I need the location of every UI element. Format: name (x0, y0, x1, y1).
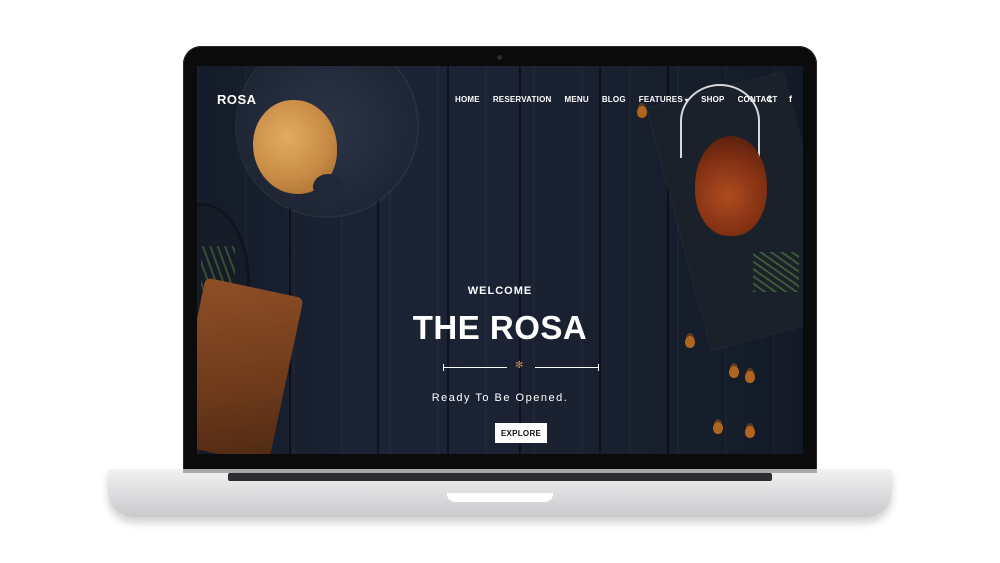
laptop-screen: ROSA HOME RESERVATION MENU BLOG FEATURES… (197, 66, 803, 454)
divider-line (443, 367, 507, 368)
explore-button[interactable]: EXPLORE (495, 423, 547, 443)
divider-cap (598, 364, 599, 371)
hero-section: WELCOME THE ROSA ✻ Ready To Be Opened. E… (197, 66, 803, 454)
ornament-icon: ✻ (515, 360, 524, 371)
hero-tagline: Ready To Be Opened. (431, 392, 569, 404)
hero-welcome: WELCOME (467, 285, 533, 297)
webcam (497, 55, 502, 60)
hero-divider: ✻ (443, 360, 599, 371)
divider-line (535, 367, 599, 368)
lid-opening-notch (447, 493, 553, 502)
keyboard-edge (228, 473, 772, 481)
hero-title: THE ROSA (412, 309, 588, 346)
